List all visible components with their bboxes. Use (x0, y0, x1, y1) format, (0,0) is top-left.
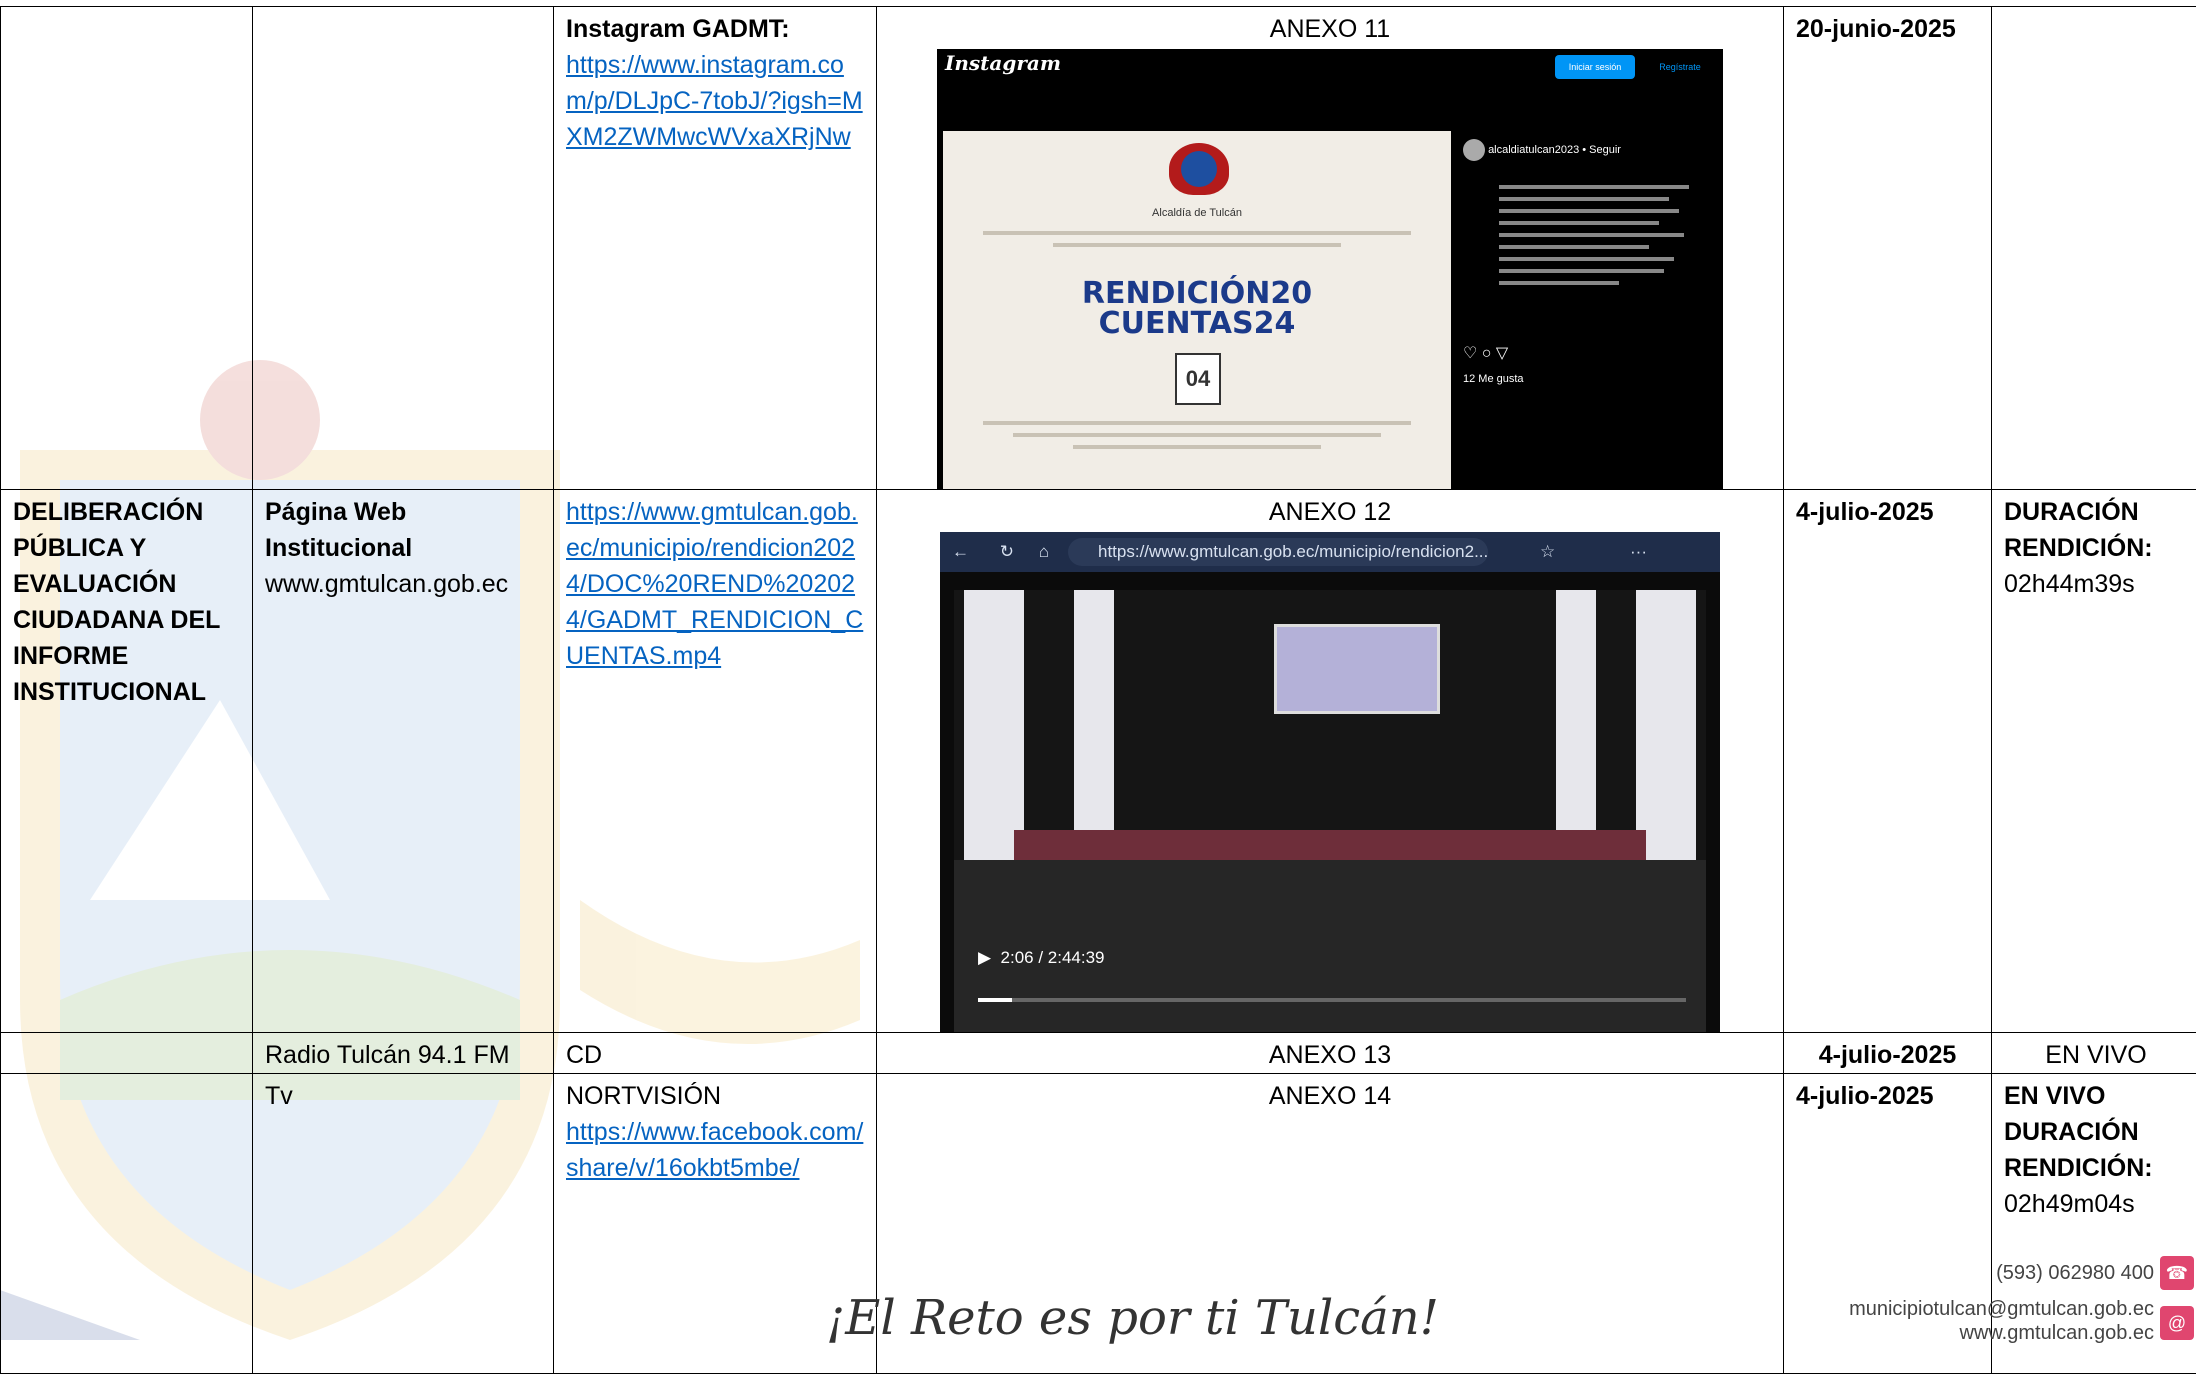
cell-source: Instagram GADMT: https://www.instagram.c… (554, 7, 877, 490)
caption-line (1499, 281, 1619, 285)
caption-line (1499, 245, 1649, 249)
caption-line (1499, 269, 1664, 273)
cell-source: https://www.gmtulcan.gob.ec/municipio/re… (554, 490, 877, 1033)
poster-text-line (1013, 433, 1381, 437)
poster-title-2: CUENTAS24 (943, 309, 1451, 339)
footer-slogan: ¡El Reto es por ti Tulcán! (826, 1290, 1439, 1346)
cell-notes (1992, 7, 2196, 490)
caption-line (1499, 209, 1679, 213)
instagram-screenshot: Instagram Iniciar sesión Regístrate Alca… (937, 49, 1723, 489)
caption-line (1499, 185, 1689, 189)
home-icon: ⌂ (1039, 542, 1049, 561)
cell-medium: Página Web Institucional www.gmtulcan.go… (253, 490, 554, 1033)
browser-toolbar: ← ↻ ⌂ https://www.gmtulcan.gob.ec/munici… (940, 532, 1720, 572)
cell-date: 4-julio-2025 (1784, 490, 1992, 1033)
reload-icon: ↻ (1000, 542, 1014, 561)
cell-medium (253, 7, 554, 490)
post-sidebar: alcaldiatulcan2023 • Seguir ♡ ○ ▽ 12 Me … (1453, 129, 1723, 489)
poster-text-line (983, 231, 1411, 235)
video-progress-fill (978, 998, 1012, 1002)
phone-icon: ☎ (2160, 1256, 2194, 1290)
crest-center-icon (1181, 151, 1217, 187)
annex-label: ANEXO 11 (889, 11, 1771, 47)
back-icon: ← (952, 542, 969, 561)
email-icon: @ (2160, 1306, 2194, 1340)
video-frame: ▶ 2:06 / 2:44:39 (954, 590, 1706, 1032)
cell-annex: ANEXO 12 ← ↻ ⌂ https://www.gmtulcan.gob.… (877, 490, 1784, 1033)
account-name: alcaldiatulcan2023 • Seguir (1488, 144, 1621, 156)
cell-category (1, 1074, 253, 1374)
poster-text-line (1053, 243, 1341, 247)
cell-category (1, 1033, 253, 1074)
instagram-logo: Instagram (945, 57, 1061, 70)
annex-label: ANEXO 13 (877, 1033, 1784, 1074)
video-link[interactable]: https://www.gmtulcan.gob.ec/municipio/re… (566, 494, 864, 674)
annex-label: ANEXO 12 (889, 494, 1771, 530)
duration-value: 02h44m39s (2004, 566, 2188, 602)
caption-line (1499, 257, 1674, 261)
cell-category: DELIBERACIÓN PÚBLICA Y EVALUACIÓN CIUDAD… (1, 490, 253, 1033)
rendicion-table: Instagram GADMT: https://www.instagram.c… (0, 6, 2196, 1374)
duration-value: 02h49m04s (2004, 1186, 2188, 1222)
poster-title-1: RENDICIÓN20 (943, 279, 1451, 309)
video-time: ▶ 2:06 / 2:44:39 (978, 940, 1105, 976)
cell-category (1, 7, 253, 490)
cell-medium: Tv (253, 1074, 554, 1374)
footer-web: www.gmtulcan.gob.ec (1959, 1322, 2154, 1345)
medium-url: www.gmtulcan.gob.ec (265, 566, 541, 602)
facebook-link[interactable]: https://www.facebook.com/share/v/16okbt5… (566, 1114, 864, 1186)
cell-notes: DURACIÓN RENDICIÓN: 02h44m39s (1992, 490, 2196, 1033)
video-time-text: 2:06 / 2:44:39 (1001, 948, 1105, 967)
cell-source: CD (554, 1033, 877, 1074)
poster-date: 04 (1175, 353, 1221, 405)
caption-line (1499, 233, 1684, 237)
login-button: Iniciar sesión (1555, 55, 1635, 79)
browser-url: https://www.gmtulcan.gob.ec/municipio/re… (1068, 538, 1488, 566)
event-poster: Alcaldía de Tulcán RENDICIÓN20 CUENTAS24… (943, 131, 1451, 489)
table-row: Instagram GADMT: https://www.instagram.c… (1, 7, 2196, 490)
table-row: DELIBERACIÓN PÚBLICA Y EVALUACIÓN CIUDAD… (1, 490, 2196, 1033)
video-screenshot: ← ↻ ⌂ https://www.gmtulcan.gob.ec/munici… (940, 532, 1720, 1032)
cell-medium: Radio Tulcán 94.1 FM (253, 1033, 554, 1074)
source-title: NORTVISIÓN (566, 1078, 864, 1114)
footer-email: municipiotulcan@gmtulcan.gob.ec (1849, 1298, 2154, 1321)
cell-date: 4-julio-2025 (1784, 1033, 1992, 1074)
footer-phone: (593) 062980 400 (1996, 1262, 2154, 1285)
cell-notes: EN VIVO (1992, 1033, 2196, 1074)
like-icon: ♡ ○ ▽ (1463, 347, 1508, 360)
source-title: Instagram GADMT: (566, 11, 864, 47)
favorite-icon: ☆ (1540, 532, 1555, 572)
poster-org: Alcaldía de Tulcán (943, 207, 1451, 220)
poster-text-line (1073, 445, 1321, 449)
poster-text-line (983, 421, 1411, 425)
caption-line (1499, 221, 1659, 225)
avatar (1463, 139, 1485, 161)
likes-count: 12 Me gusta (1463, 373, 1524, 386)
cell-date: 20-junio-2025 (1784, 7, 1992, 490)
caption-line (1499, 197, 1669, 201)
projection-screen (1274, 624, 1440, 714)
more-icon: ··· (1630, 532, 1647, 572)
register-link: Regístrate (1643, 55, 1717, 79)
table-row: Radio Tulcán 94.1 FM CD ANEXO 13 4-julio… (1, 1033, 2196, 1074)
duration-label: DURACIÓN RENDICIÓN: (2004, 494, 2188, 566)
instagram-link[interactable]: https://www.instagram.com/p/DLJpC-7tobJ/… (566, 47, 864, 155)
video-progress (978, 998, 1686, 1002)
duration-label: EN VIVO DURACIÓN RENDICIÓN: (2004, 1078, 2188, 1186)
cell-annex: ANEXO 11 Instagram Iniciar sesión Regíst… (877, 7, 1784, 490)
medium-title: Página Web Institucional (265, 494, 541, 566)
